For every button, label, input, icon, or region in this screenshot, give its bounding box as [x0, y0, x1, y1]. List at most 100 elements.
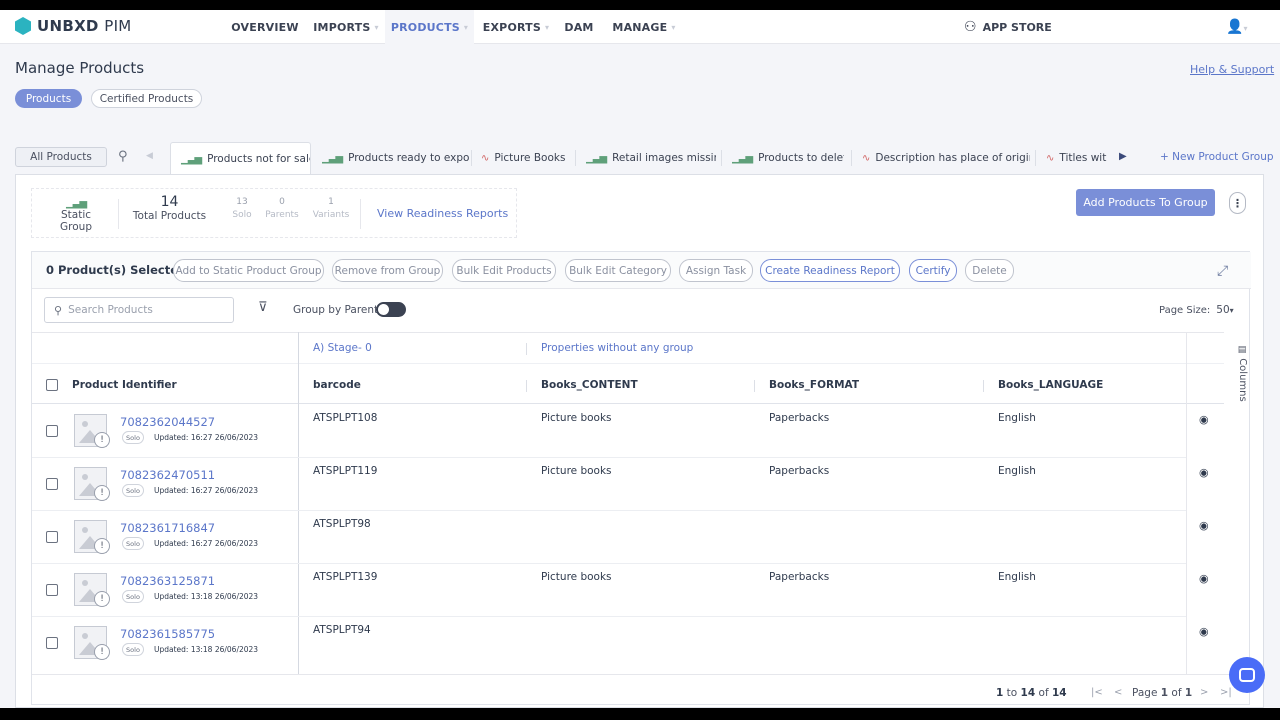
- certified-products-pill[interactable]: Certified Products: [91, 89, 202, 108]
- warning-icon: !: [94, 432, 110, 448]
- group-panel: ▁▃▅ Static Group 14 Total Products 13 So…: [15, 174, 1264, 708]
- row-checkbox[interactable]: [46, 531, 58, 543]
- column-header-barcode[interactable]: barcode: [313, 379, 361, 391]
- app-store-link[interactable]: ⚇ APP STORE: [964, 10, 1052, 44]
- product-id-link[interactable]: 7082362470511: [120, 468, 215, 482]
- first-page-icon[interactable]: |<: [1091, 687, 1103, 698]
- tab-products-ready-to-export[interactable]: ▁▃▅ Products ready to export: [322, 142, 470, 174]
- next-page-icon[interactable]: >: [1200, 687, 1208, 698]
- table-row[interactable]: ! 7082361585775 Solo Updated: 13:18 26/0…: [32, 617, 1209, 670]
- stat-divider: [118, 199, 119, 229]
- language-cell[interactable]: English: [998, 465, 1036, 477]
- bulk-toolbar: 0 Product(s) Selected Add to Static Prod…: [32, 252, 1251, 289]
- eye-icon[interactable]: ◉: [1199, 572, 1209, 585]
- barcode-cell[interactable]: ATSPLPT108: [313, 412, 377, 424]
- new-product-group-link[interactable]: + New Product Group: [1160, 151, 1274, 163]
- add-products-to-group-button[interactable]: Add Products To Group: [1076, 189, 1215, 216]
- tab-divider: [575, 150, 576, 166]
- bar-chart-icon: ▁▃▅: [322, 152, 343, 164]
- format-cell[interactable]: Paperbacks: [769, 465, 829, 477]
- nav-imports[interactable]: IMPORTS ▾: [311, 10, 381, 44]
- product-id-link[interactable]: 7082363125871: [120, 574, 215, 588]
- scroll-right-icon[interactable]: ▶: [1119, 151, 1127, 162]
- search-icon: ⚲: [54, 303, 63, 317]
- eye-icon[interactable]: ◉: [1199, 413, 1209, 426]
- nav-overview[interactable]: OVERVIEW: [225, 10, 305, 44]
- expand-icon[interactable]: ⤢: [1217, 263, 1228, 279]
- column-header-books-format[interactable]: Books_FORMAT: [769, 379, 859, 391]
- last-page-icon[interactable]: >|: [1220, 687, 1232, 698]
- product-id-link[interactable]: 7082362044527: [120, 415, 215, 429]
- certify-button[interactable]: Certify: [909, 259, 957, 282]
- bulk-edit-products-button[interactable]: Bulk Edit Products: [452, 259, 556, 282]
- help-support-link[interactable]: Help & Support: [1190, 63, 1274, 76]
- barcode-cell[interactable]: ATSPLPT94: [313, 624, 371, 636]
- nav-products[interactable]: PRODUCTS ▾: [385, 10, 474, 44]
- all-products-tab[interactable]: All Products: [15, 147, 107, 167]
- row-checkbox[interactable]: [46, 637, 58, 649]
- tab-picture-books[interactable]: ∿ Picture Books: [481, 142, 571, 174]
- format-cell[interactable]: Paperbacks: [769, 412, 829, 424]
- user-avatar-icon[interactable]: 👤▾: [1226, 19, 1247, 35]
- product-id-link[interactable]: 7082361716847: [120, 521, 215, 535]
- top-nav: UNBXD PIM OVERVIEW IMPORTS ▾ PRODUCTS ▾ EX…: [0, 10, 1280, 44]
- bulk-edit-category-button[interactable]: Bulk Edit Category: [565, 259, 671, 282]
- select-all-checkbox[interactable]: [46, 379, 58, 391]
- tab-description-has-place-of-origin[interactable]: ∿ Description has place of origin: [862, 142, 1030, 174]
- create-readiness-report-button[interactable]: Create Readiness Report: [760, 259, 900, 282]
- total-products-stat: 14 Total Products: [132, 194, 207, 222]
- content-cell[interactable]: Picture books: [541, 571, 612, 583]
- search-input[interactable]: ⚲ Search Products: [44, 297, 234, 323]
- add-to-static-group-button[interactable]: Add to Static Product Group: [173, 259, 324, 282]
- more-options-icon[interactable]: ⋮: [1229, 192, 1246, 214]
- language-cell[interactable]: English: [998, 571, 1036, 583]
- row-checkbox[interactable]: [46, 584, 58, 596]
- nav-exports[interactable]: EXPORTS ▾: [481, 10, 551, 44]
- assign-task-button[interactable]: Assign Task: [679, 259, 753, 282]
- tab-retail-images-missing[interactable]: ▁▃▅ Retail images missing: [586, 142, 716, 174]
- row-checkbox[interactable]: [46, 425, 58, 437]
- warning-icon: !: [94, 485, 110, 501]
- trend-icon: ∿: [1046, 152, 1054, 164]
- column-header-product-identifier[interactable]: Product Identifier: [72, 379, 177, 391]
- barcode-cell[interactable]: ATSPLPT119: [313, 465, 377, 477]
- app-store-icon: ⚇: [964, 19, 977, 35]
- search-icon[interactable]: ⚲: [118, 149, 128, 164]
- table-row[interactable]: ! 7082362470511 Solo Updated: 16:27 26/0…: [32, 458, 1209, 511]
- view-readiness-reports-link[interactable]: View Readiness Reports: [377, 207, 508, 220]
- eye-icon[interactable]: ◉: [1199, 625, 1209, 638]
- nav-manage[interactable]: MANAGE ▾: [608, 10, 680, 44]
- trend-icon: ∿: [862, 152, 870, 164]
- row-checkbox[interactable]: [46, 478, 58, 490]
- filter-icon[interactable]: ⊽: [258, 300, 268, 315]
- column-header-books-language[interactable]: Books_LANGUAGE: [998, 379, 1103, 391]
- table-row[interactable]: ! 7082361716847 Solo Updated: 16:27 26/0…: [32, 511, 1209, 564]
- table-row[interactable]: ! 7082362044527 Solo Updated: 16:27 26/0…: [32, 405, 1209, 458]
- logo[interactable]: UNBXD PIM: [15, 17, 132, 35]
- delete-button[interactable]: Delete: [965, 259, 1014, 282]
- eye-icon[interactable]: ◉: [1199, 466, 1209, 479]
- content-cell[interactable]: Picture books: [541, 412, 612, 424]
- format-cell[interactable]: Paperbacks: [769, 571, 829, 583]
- previous-page-icon[interactable]: <: [1114, 687, 1122, 698]
- group-by-parent-toggle[interactable]: [376, 302, 406, 317]
- barcode-cell[interactable]: ATSPLPT139: [313, 571, 377, 583]
- barcode-cell[interactable]: ATSPLPT98: [313, 518, 371, 530]
- product-id-link[interactable]: 7082361585775: [120, 627, 215, 641]
- nav-dam[interactable]: DAM: [559, 10, 599, 44]
- page-size[interactable]: Page Size: 50▾: [1159, 304, 1234, 316]
- columns-panel-toggle[interactable]: ▤ Columns: [1228, 345, 1248, 402]
- chat-support-icon[interactable]: [1229, 657, 1265, 693]
- eye-icon[interactable]: ◉: [1199, 519, 1209, 532]
- tab-products-not-for-sale[interactable]: ▁▃▅ Products not for sale: [170, 142, 311, 175]
- content-cell[interactable]: Picture books: [541, 465, 612, 477]
- products-pill[interactable]: Products: [15, 89, 82, 108]
- tab-titles[interactable]: ∿ Titles wit: [1046, 142, 1110, 174]
- tab-products-to-delete[interactable]: ▁▃▅Products to delete: [732, 142, 844, 174]
- column-header-books-content[interactable]: Books_CONTENT: [541, 379, 638, 391]
- page-indicator: Page 1 of 1: [1132, 687, 1193, 699]
- remove-from-group-button[interactable]: Remove from Group: [332, 259, 443, 282]
- table-row[interactable]: ! 7082363125871 Solo Updated: 13:18 26/0…: [32, 564, 1209, 617]
- scroll-left-icon[interactable]: ◀: [146, 151, 153, 161]
- language-cell[interactable]: English: [998, 412, 1036, 424]
